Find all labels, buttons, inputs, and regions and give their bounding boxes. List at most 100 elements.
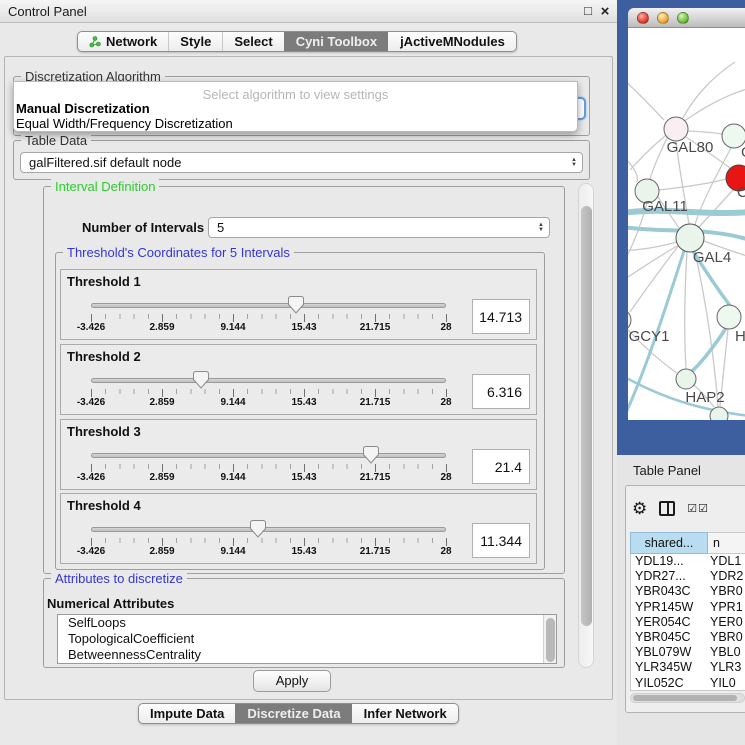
close-traffic-light[interactable] xyxy=(637,12,649,24)
tick-label: -3.426 xyxy=(77,472,105,483)
table-horizontal-scrollbar[interactable] xyxy=(630,693,745,703)
table-row[interactable]: YDR27...YDR2 xyxy=(631,569,745,584)
tab-cyni-toolbox[interactable]: Cyni Toolbox xyxy=(284,32,388,51)
tick-label: 15.43 xyxy=(291,397,316,408)
threshold-3-value-field[interactable]: 21.4 xyxy=(472,449,530,484)
tab-infer-network-label: Infer Network xyxy=(364,706,447,721)
node-label: GAL4 xyxy=(693,249,731,266)
list-item[interactable]: BetweennessCentrality xyxy=(58,647,556,663)
algorithm-option-equal-width[interactable]: Equal Width/Frequency Discretization xyxy=(16,116,233,131)
column-header-shared-name[interactable]: shared... xyxy=(630,532,708,554)
threshold-2-label: Threshold 2 xyxy=(67,349,141,364)
tab-impute-data[interactable]: Impute Data xyxy=(139,704,235,723)
float-window-icon[interactable]: □ xyxy=(581,3,595,18)
network-canvas[interactable]: GAL80 G. C GAL11 GAL4 GCY1 H HAP2 xyxy=(628,28,745,420)
close-window-icon[interactable]: × xyxy=(598,3,612,20)
table-row[interactable]: YER054CYER0 xyxy=(631,615,745,630)
tick-label: 21.715 xyxy=(360,546,391,557)
table-row[interactable]: YBL079WYBL0 xyxy=(631,645,745,660)
threshold-3-panel: Threshold 3 -3.426 2.859 9.144 15.43 21.… xyxy=(60,419,537,490)
number-of-intervals-combobox[interactable]: 5 ▲▼ xyxy=(208,217,550,238)
table-row[interactable]: YBR045CYBR0 xyxy=(631,630,745,645)
tick-label: 2.859 xyxy=(149,322,174,333)
threshold-3-slider-track[interactable] xyxy=(91,453,446,458)
threshold-4-value-field[interactable]: 11.344 xyxy=(472,523,530,558)
table-row[interactable]: YIL052CYIL0 xyxy=(631,676,745,691)
threshold-1-slider-track[interactable] xyxy=(91,303,446,308)
tab-select-label: Select xyxy=(234,34,272,49)
threshold-2-slider-thumb[interactable] xyxy=(193,371,209,389)
threshold-2-value-field[interactable]: 6.316 xyxy=(472,374,530,409)
node-label: C xyxy=(737,184,745,201)
tick-label: 9.144 xyxy=(220,397,245,408)
tick-label: 28 xyxy=(440,472,451,483)
table-row[interactable]: YBR043CYBR0 xyxy=(631,584,745,599)
zoom-traffic-light[interactable] xyxy=(677,12,689,24)
node-partial[interactable] xyxy=(710,407,728,420)
node-hap2[interactable] xyxy=(676,369,696,389)
table-panel-title: Table Panel xyxy=(633,463,701,478)
tab-network-label: Network xyxy=(106,34,157,49)
select-columns-icon[interactable]: ☑☑ xyxy=(687,502,709,515)
tick-label: 2.859 xyxy=(149,472,174,483)
tick-label: 28 xyxy=(440,546,451,557)
table-panel-region: Table Panel ⚙ ☑☑ shared... n YDL19...YDL… xyxy=(617,455,745,745)
threshold-1-slider-thumb[interactable] xyxy=(288,296,304,314)
column-header-name[interactable]: n xyxy=(708,532,745,554)
algorithm-option-manual[interactable]: Manual Discretization xyxy=(16,101,150,116)
threshold-3-slider-thumb[interactable] xyxy=(363,446,379,464)
interval-definition-group-title: Interval Definition xyxy=(51,179,159,194)
tick-label: 15.43 xyxy=(291,322,316,333)
tick-label: 21.715 xyxy=(360,472,391,483)
list-scrollbar[interactable] xyxy=(543,615,556,663)
node-label: GAL11 xyxy=(642,198,688,215)
threshold-3-label: Threshold 3 xyxy=(67,424,141,439)
node-h[interactable] xyxy=(717,305,741,329)
threshold-2-panel: Threshold 2 -3.426 2.859 9.144 15.43 21.… xyxy=(60,344,537,415)
table-data-combobox[interactable]: galFiltered.sif default node ▲▼ xyxy=(20,152,583,173)
tab-select[interactable]: Select xyxy=(222,32,283,51)
tab-infer-network[interactable]: Infer Network xyxy=(352,704,458,723)
numerical-attributes-list: SelfLoops TopologicalCoefficient Between… xyxy=(57,614,557,664)
table-data-group-title: Table Data xyxy=(21,133,91,148)
tab-jactivemnodules[interactable]: jActiveMNodules xyxy=(388,32,516,51)
table-row[interactable]: YDL19...YDL1 xyxy=(631,554,745,569)
tab-style[interactable]: Style xyxy=(168,32,222,51)
node-label: GCY1 xyxy=(629,328,670,345)
minimize-traffic-light[interactable] xyxy=(657,12,669,24)
network-window-titlebar[interactable] xyxy=(628,8,745,28)
table-row[interactable]: YPR145WYPR1 xyxy=(631,600,745,615)
algorithm-dropdown-popup: Select algorithm to view settings Manual… xyxy=(13,81,578,132)
column-split-icon[interactable] xyxy=(659,501,675,516)
table-row[interactable]: YLR345WYLR3 xyxy=(631,660,745,675)
tick-label: -3.426 xyxy=(77,322,105,333)
threshold-1-label: Threshold 1 xyxy=(67,274,141,289)
tick-label: 9.144 xyxy=(220,322,245,333)
node-gal4[interactable] xyxy=(676,224,704,252)
tick-label: 28 xyxy=(440,397,451,408)
list-item[interactable]: SelfLoops xyxy=(58,615,556,631)
tab-discretize-data[interactable]: Discretize Data xyxy=(235,704,351,723)
tick-label: 15.43 xyxy=(291,546,316,557)
combo-arrows-icon: ▲▼ xyxy=(538,223,544,233)
tab-network[interactable]: Network xyxy=(78,32,168,51)
node-label: HAP2 xyxy=(685,389,724,406)
threshold-4-slider-track[interactable] xyxy=(91,527,446,532)
tick-label: -3.426 xyxy=(77,397,105,408)
node-table: shared... n YDL19...YDL1 YDR27...YDR2 YB… xyxy=(630,532,745,691)
list-item[interactable]: TopologicalCoefficient xyxy=(58,631,556,647)
threshold-4-slider-thumb[interactable] xyxy=(250,520,266,538)
top-tabbar: Network Style Select Cyni Toolbox jActiv… xyxy=(77,31,517,52)
algorithm-popup-hint: Select algorithm to view settings xyxy=(14,87,577,102)
threshold-2-slider-track[interactable] xyxy=(91,378,446,383)
table-panel: ⚙ ☑☑ shared... n YDL19...YDL1 YDR27...YD… xyxy=(625,485,745,713)
node-gal80[interactable] xyxy=(664,117,688,141)
table-body: YDL19...YDL1 YDR27...YDR2 YBR043CYBR0 YP… xyxy=(630,554,745,691)
gear-icon[interactable]: ⚙ xyxy=(632,500,647,517)
threshold-1-value-field[interactable]: 14.713 xyxy=(472,299,530,334)
thresholds-group-title: Threshold's Coordinates for 5 Intervals xyxy=(63,245,294,260)
settings-scrollbar[interactable] xyxy=(578,183,594,668)
threshold-4-label: Threshold 4 xyxy=(67,498,141,513)
apply-button[interactable]: Apply xyxy=(253,670,331,692)
node-label: G. xyxy=(741,144,745,161)
